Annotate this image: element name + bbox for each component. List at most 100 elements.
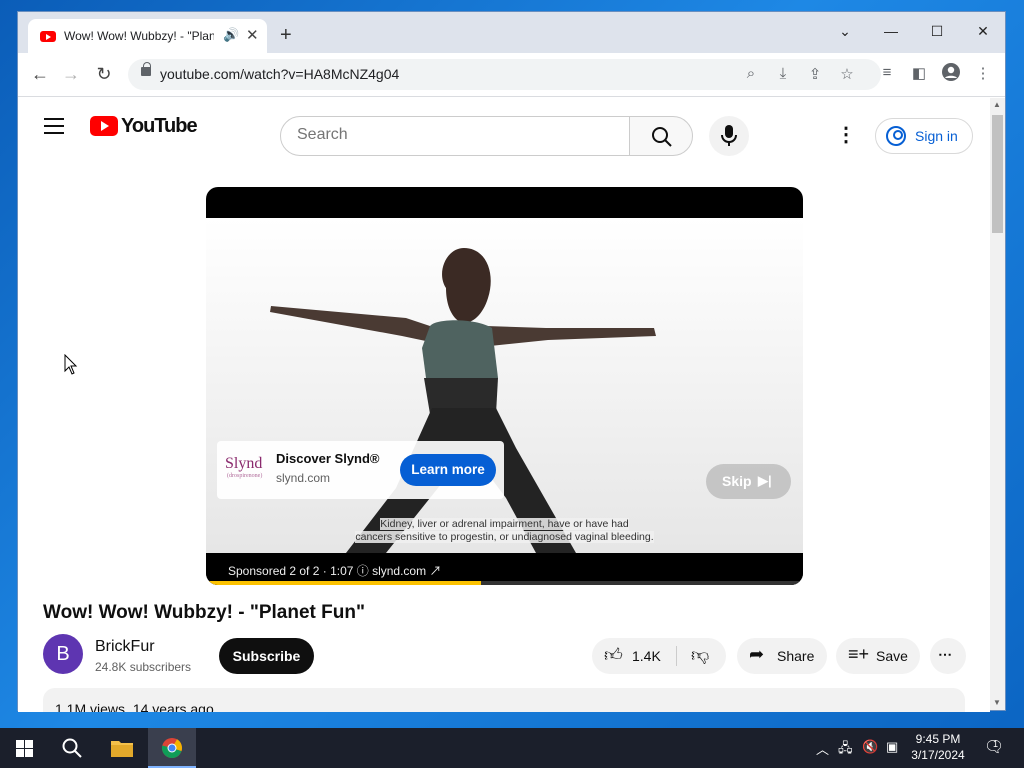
windows-taskbar: ︿ 🖧 🔇 ▣ 9:45 PM 3/17/2024 🗨 1 [0, 728, 1024, 768]
tab-title: Wow! Wow! Wubbzy! - "Plan [64, 29, 214, 43]
skip-ad-button[interactable]: Skip ▶| [706, 464, 791, 499]
tab-strip: Wow! Wow! Wubbzy! - "Plan 🔊 ✕ + ⌄ — ☐ ✕ [18, 12, 1005, 54]
profile-icon[interactable] [941, 62, 961, 86]
ad-title: Discover Slynd® [276, 451, 380, 466]
browser-menu-icon[interactable]: ⋮ [973, 64, 993, 82]
thumbs-up-icon: 👍︎ [604, 645, 623, 665]
view-count: 1.1M views [55, 701, 126, 712]
forward-arrow-icon[interactable]: → [60, 64, 82, 85]
bookmark-star-icon[interactable]: ☆ [837, 65, 857, 83]
subscriber-count: 24.8K subscribers [95, 660, 192, 674]
search-button[interactable] [629, 116, 693, 156]
ad-info-card[interactable]: Slynd (drospirenone) Discover Slynd® slyn… [217, 441, 504, 499]
action-center-icon[interactable]: 🗨 1 [984, 737, 1004, 757]
new-tab-button[interactable]: + [280, 25, 292, 45]
voice-search-button[interactable] [709, 116, 749, 156]
channel-name[interactable]: BrickFur [95, 638, 155, 656]
share-arrow-icon: ➦ [749, 644, 765, 664]
microphone-icon [721, 125, 737, 146]
youtube-play-logo-icon [90, 116, 118, 136]
slynd-logo: Slynd (drospirenone) [225, 455, 263, 479]
chrome-icon [161, 738, 182, 759]
address-bar[interactable]: youtube.com/watch?v=HA8McNZ4g04 ⌕ ⤓ ⇪ ☆ [128, 59, 881, 90]
url-text[interactable]: youtube.com/watch?v=HA8McNZ4g04 [160, 66, 399, 82]
more-actions-button[interactable]: ⋯ [930, 638, 966, 674]
youtube-logo-text: YouTube [121, 115, 198, 137]
taskbar-search-icon [62, 738, 82, 758]
lock-icon[interactable] [141, 62, 151, 76]
channel-avatar[interactable]: B [43, 634, 83, 674]
save-label: Save [876, 648, 908, 664]
playlist-add-icon: ≡+ [848, 644, 870, 664]
minimize-button[interactable]: — [873, 18, 909, 44]
ad-video-frame[interactable]: Slynd (drospirenone) Discover Slynd® slyn… [206, 218, 803, 553]
search-box[interactable] [280, 116, 630, 156]
close-tab-icon[interactable]: ✕ [246, 26, 259, 44]
ad-disclaimer: Kidney, liver or adrenal impairment, hav… [206, 518, 803, 544]
notification-count: 1 [993, 739, 999, 749]
share-button[interactable]: ➦ Share [737, 638, 827, 674]
notification-screen-icon[interactable]: ▣ [886, 739, 898, 755]
show-hidden-icons-icon[interactable]: ︿ [816, 739, 829, 758]
video-title: Wow! Wow! Wubbzy! - "Planet Fun" [43, 602, 365, 623]
reload-icon[interactable]: ↻ [93, 64, 115, 85]
like-count: 1.4K [632, 648, 661, 664]
scrollbar-thumb[interactable] [992, 115, 1003, 233]
side-panel-icon[interactable]: ◧ [909, 64, 929, 82]
ad-progress-bar[interactable] [206, 581, 803, 585]
volume-muted-icon[interactable]: 🔇 [862, 739, 878, 755]
scroll-up-arrow-icon[interactable]: ▲ [993, 100, 1001, 109]
speaker-icon[interactable]: 🔊 [223, 27, 239, 43]
folder-icon [111, 741, 133, 757]
yoga-woman-silhouette-image [206, 218, 803, 553]
youtube-page: YouTube ⋮ Sign in [18, 98, 990, 712]
taskbar-search-button[interactable] [48, 728, 96, 768]
share-label: Share [777, 648, 815, 664]
save-button[interactable]: ≡+ Save [836, 638, 920, 674]
dislike-button[interactable]: 👎︎ [677, 638, 726, 674]
browser-toolbar: ← → ↻ youtube.com/watch?v=HA8McNZ4g04 ⌕ … [18, 53, 1005, 97]
disclaimer-line-2: cancers sensitive to progestin, or undia… [355, 531, 654, 543]
media-controls-icon[interactable]: ≡ [877, 64, 897, 81]
ad-domain: slynd.com [276, 471, 331, 485]
clock-date: 3/17/2024 [911, 748, 965, 762]
video-player[interactable]: Slynd (drospirenone) Discover Slynd® slyn… [206, 187, 803, 585]
skip-next-icon: ▶| [758, 473, 772, 488]
more-horiz-icon: ⋯ [938, 646, 952, 662]
disclaimer-line-1: Kidney, liver or adrenal impairment, hav… [380, 518, 629, 530]
account-icon [886, 126, 906, 146]
zoom-search-icon[interactable]: ⌕ [741, 65, 761, 82]
scroll-down-arrow-icon[interactable]: ▼ [993, 698, 1001, 707]
description-box[interactable]: 1.1M views 14 years ago [43, 688, 965, 712]
search-icon [652, 127, 672, 147]
file-explorer-button[interactable] [98, 728, 146, 768]
close-window-button[interactable]: ✕ [965, 18, 1001, 44]
maximize-button[interactable]: ☐ [919, 18, 955, 44]
mouse-cursor-icon [64, 354, 78, 375]
sponsored-text[interactable]: Sponsored 2 of 2 · 1:07 ⓘ slynd.com ↗ [228, 562, 441, 579]
like-button[interactable]: 👍︎ 1.4K [592, 638, 676, 674]
browser-tab[interactable]: Wow! Wow! Wubbzy! - "Plan 🔊 ✕ [28, 19, 267, 54]
youtube-logo[interactable]: YouTube [90, 115, 198, 138]
install-app-icon[interactable]: ⤓ [773, 65, 793, 82]
view-stats: 1.1M views 14 years ago [55, 701, 214, 712]
sign-in-button[interactable]: Sign in [875, 118, 973, 154]
search-input[interactable] [297, 126, 617, 144]
subscribe-button[interactable]: Subscribe [219, 638, 314, 674]
clock-time: 9:45 PM [915, 732, 961, 746]
menu-hamburger-icon[interactable] [44, 118, 64, 134]
ad-progress-fill [206, 581, 481, 585]
share-page-icon[interactable]: ⇪ [805, 65, 825, 83]
windows-start-button[interactable] [0, 728, 48, 768]
network-icon[interactable]: 🖧 [838, 739, 853, 761]
learn-more-button[interactable]: Learn more [400, 454, 496, 486]
chrome-taskbar-button[interactable] [148, 728, 196, 768]
sign-in-label: Sign in [915, 128, 958, 144]
windows-logo-icon [15, 740, 33, 757]
settings-more-icon[interactable]: ⋮ [836, 124, 856, 148]
tab-search-chevron-icon[interactable]: ⌄ [827, 18, 863, 44]
back-arrow-icon[interactable]: ← [29, 64, 51, 85]
page-scrollbar[interactable]: ▲ ▼ [990, 98, 1005, 710]
browser-window: Wow! Wow! Wubbzy! - "Plan 🔊 ✕ + ⌄ — ☐ ✕ … [17, 11, 1006, 712]
taskbar-clock[interactable]: 9:45 PM 3/17/2024 [898, 731, 978, 763]
